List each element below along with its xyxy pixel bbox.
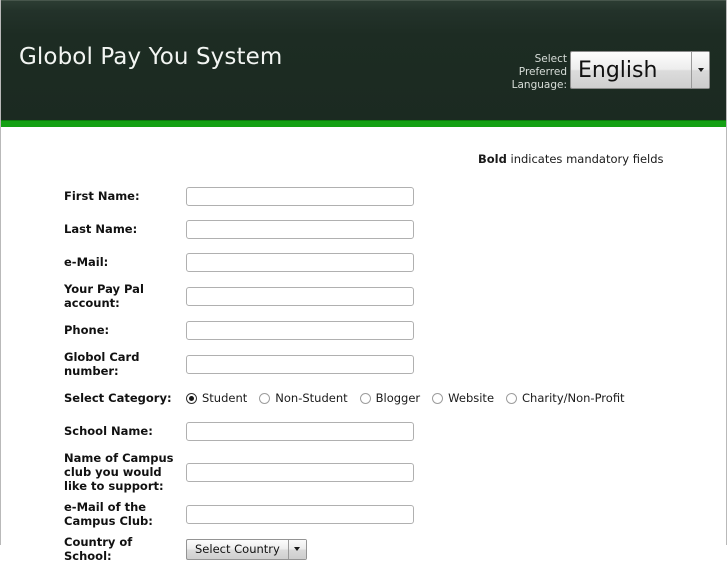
label-card-number: Globol Card number:: [64, 350, 140, 378]
last-name-input[interactable]: [186, 219, 414, 239]
radio-label-website: Website: [448, 391, 495, 405]
language-label: Select Preferred Language:: [512, 51, 570, 92]
field-school-name: [186, 421, 727, 441]
country-select[interactable]: Select Country: [186, 538, 307, 560]
label-email: e-Mail:: [64, 255, 109, 269]
language-select[interactable]: English: [570, 51, 710, 89]
label-campus-club-name: Name of Campus club you would like to su…: [64, 451, 174, 493]
field-last-name: [186, 219, 727, 239]
mandatory-fields-note: Bold indicates mandatory fields: [478, 152, 664, 166]
accent-divider: [1, 120, 726, 127]
form-row-country-of-school: Country of School: Select Country: [1, 535, 727, 563]
email-input[interactable]: [186, 252, 414, 272]
mandatory-note-bold: Bold: [478, 152, 507, 166]
school-name-input[interactable]: [186, 421, 414, 441]
campus-club-email-input[interactable]: [186, 504, 414, 524]
radio-label-blogger: Blogger: [375, 391, 421, 405]
page-header: Globol Pay You System Select Preferred L…: [1, 0, 726, 120]
label-school-name: School Name:: [64, 424, 153, 438]
radio-label-student: Student: [202, 391, 248, 405]
form-row-select-category: Select Category: Student Non-Student Blo…: [1, 385, 727, 411]
radio-label-non-student: Non-Student: [275, 391, 348, 405]
radio-dot-icon: [432, 392, 444, 404]
label-select-category: Select Category:: [64, 391, 172, 405]
form-row-phone: Phone:: [1, 317, 727, 343]
registration-form: First Name: Last Name: e-Mail: Your Pay …: [1, 183, 727, 570]
label-last-name: Last Name:: [64, 222, 138, 236]
radio-option-student[interactable]: Student: [186, 391, 247, 405]
label-campus-club-email: e-Mail of the Campus Club:: [64, 500, 153, 528]
form-row-paypal-account: Your Pay Pal account:: [1, 282, 727, 310]
label-first-name: First Name:: [64, 189, 140, 203]
field-phone: [186, 320, 727, 340]
category-radio-group: Student Non-Student Blogger Website Char…: [186, 391, 625, 405]
page-title: Globol Pay You System: [19, 44, 283, 70]
form-row-last-name: Last Name:: [1, 216, 727, 242]
card-number-input[interactable]: [186, 354, 414, 374]
field-campus-club-name: [186, 462, 727, 482]
radio-option-website[interactable]: Website: [432, 391, 494, 405]
language-select-value: English: [578, 57, 658, 83]
campus-club-name-input[interactable]: [186, 462, 414, 482]
mandatory-note-rest: indicates mandatory fields: [506, 152, 664, 166]
form-row-school-name: School Name:: [1, 418, 727, 444]
label-phone: Phone:: [64, 323, 110, 337]
field-card-number: [186, 354, 727, 374]
form-row-campus-club-name: Name of Campus club you would like to su…: [1, 451, 727, 493]
paypal-account-input[interactable]: [186, 286, 414, 306]
page-root: Globol Pay You System Select Preferred L…: [0, 0, 727, 563]
language-label-line-3: Language:: [511, 79, 567, 91]
form-row-first-name: First Name:: [1, 183, 727, 209]
form-row-email: e-Mail:: [1, 249, 727, 275]
field-email: [186, 252, 727, 272]
field-first-name: [186, 186, 727, 206]
language-selector-group: Select Preferred Language: English: [512, 51, 710, 92]
radio-dot-icon: [506, 392, 518, 404]
label-paypal-account: Your Pay Pal account:: [64, 282, 144, 310]
field-select-category: Student Non-Student Blogger Website Char…: [186, 391, 727, 405]
radio-option-charity-non-profit[interactable]: Charity/Non-Profit: [506, 391, 625, 405]
country-select-value: Select Country: [195, 542, 280, 556]
chevron-down-icon[interactable]: [691, 52, 709, 88]
radio-dot-icon: [359, 392, 371, 404]
radio-dot-icon: [259, 392, 271, 404]
language-label-line-1: Select: [534, 53, 567, 65]
chevron-down-icon[interactable]: [287, 539, 306, 559]
form-row-card-number: Globol Card number:: [1, 350, 727, 378]
phone-input[interactable]: [186, 320, 414, 340]
first-name-input[interactable]: [186, 186, 414, 206]
radio-option-non-student[interactable]: Non-Student: [259, 391, 348, 405]
field-campus-club-email: [186, 504, 727, 524]
form-row-campus-club-email: e-Mail of the Campus Club:: [1, 500, 727, 528]
radio-label-charity-non-profit: Charity/Non-Profit: [522, 391, 625, 405]
label-country-of-school: Country of School:: [64, 535, 133, 563]
field-paypal-account: [186, 286, 727, 306]
field-country-of-school: Select Country: [186, 538, 727, 560]
radio-dot-icon: [186, 392, 197, 404]
radio-option-blogger[interactable]: Blogger: [359, 391, 421, 405]
language-label-line-2: Preferred: [518, 66, 567, 78]
